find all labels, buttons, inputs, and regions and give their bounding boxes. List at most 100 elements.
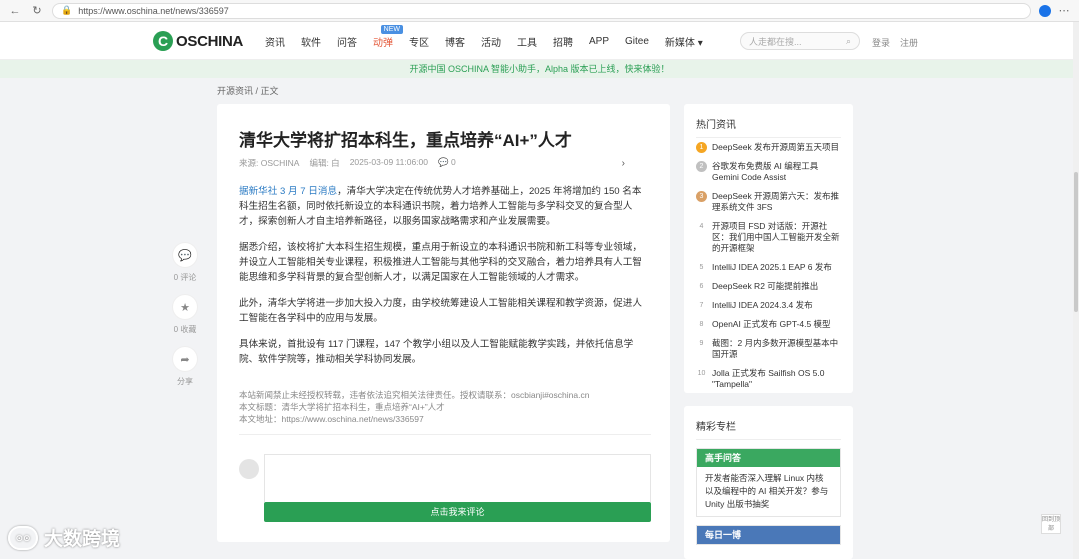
- search-icon[interactable]: ⌕: [846, 36, 851, 47]
- comment-submit-button[interactable]: 点击我来评论: [264, 502, 651, 522]
- logo-mark-icon: C: [153, 31, 173, 51]
- rank-badge: 5: [699, 264, 704, 271]
- breadcrumb[interactable]: 开源资讯 / 正文: [217, 84, 279, 97]
- list-item[interactable]: 3 DeepSeek 开源周第六天：发布推理系统文件 3FS: [696, 191, 841, 213]
- list-item[interactable]: 6 DeepSeek R2 可能提前推出: [696, 281, 841, 292]
- article-paragraph-4: 具体来说，首批设有 117 门课程，147 个教学小组以及人工智能赋能教学实践，…: [239, 339, 634, 365]
- nav-item[interactable]: 动弹 NEW: [365, 24, 403, 49]
- back-icon[interactable]: ←: [8, 4, 22, 18]
- hot-news-link[interactable]: IntelliJ IDEA 2024.3.4 发布: [712, 300, 841, 311]
- main-nav: 资讯 软件 问答 动弹 NEW 专区 博客 活动 工具 招聘 APP Gitee 新媒体 ▾: [257, 22, 711, 60]
- list-item[interactable]: 10 Jolla 正式发布 Sailfish OS 5.0 "Tampella": [696, 368, 841, 390]
- article-editor: 编辑: 白: [309, 158, 340, 168]
- comment-count: 💬 0: [438, 157, 456, 167]
- auth-links: 登录 注册: [872, 36, 918, 49]
- rank-badge: 7: [699, 302, 704, 309]
- rank-badge: 8: [699, 321, 704, 328]
- nav-item[interactable]: 软件: [293, 34, 329, 49]
- search-placeholder: 人走都在搜...: [749, 36, 802, 47]
- comment-icon[interactable]: 💬: [173, 243, 197, 267]
- comment-small-icon: 💬: [438, 157, 449, 167]
- article-paragraph-2: 据悉介绍，该校将扩大本科生招生规模，重点用于新设立的本科通识书院和新工科等专业领…: [239, 242, 642, 283]
- rank-badge: 3: [696, 191, 707, 202]
- login-link[interactable]: 登录: [872, 36, 890, 49]
- site-header: C OSCHINA 资讯 软件 问答 动弹 NEW 专区 博客 活动 工具 招聘 APP Gitee 新…: [0, 22, 1079, 60]
- hot-news-card: 热门资讯 1 DeepSeek 发布开源周第五天项目 2 谷歌发布免费版 AI 编程工…: [684, 104, 853, 393]
- rank-badge: 9: [699, 340, 704, 347]
- watermark-text: 大数跨境: [44, 529, 121, 550]
- lock-icon: 🔒: [61, 5, 73, 15]
- list-item[interactable]: 7 IntelliJ IDEA 2024.3.4 发布: [696, 300, 841, 311]
- featured-title: 精彩专栏: [696, 418, 841, 440]
- hot-news-link[interactable]: DeepSeek R2 可能提前推出: [712, 281, 841, 292]
- scroll-thumb[interactable]: [1074, 172, 1078, 312]
- nav-item[interactable]: 博客: [437, 34, 473, 49]
- nav-item[interactable]: 新媒体 ▾: [657, 34, 711, 49]
- action-label: 0 评论: [173, 273, 197, 282]
- nav-item[interactable]: 活动: [473, 34, 509, 49]
- share-arrow-icon[interactable]: ›: [622, 158, 625, 169]
- featured-block[interactable]: 高手问答 开发者能否深入理解 Linux 内核以及编程中的 AI 相关开发？参与 …: [696, 448, 841, 517]
- rank-badge: 2: [696, 161, 707, 172]
- list-item[interactable]: 9 截图：2 月内多数开源模型基本中国开源: [696, 338, 841, 360]
- rank-badge: 1: [696, 142, 707, 153]
- nav-item[interactable]: 问答: [329, 34, 365, 49]
- nav-badge: NEW: [380, 24, 403, 34]
- avatar: [239, 459, 259, 479]
- featured-block[interactable]: 每日一博: [696, 525, 841, 545]
- hot-news-link[interactable]: DeepSeek 发布开源周第五天项目: [712, 142, 841, 153]
- source-link[interactable]: 据新华社 3 月 7 日消息: [239, 186, 337, 197]
- nav-item[interactable]: Gitee: [617, 36, 657, 47]
- nav-item[interactable]: 资讯: [257, 34, 293, 49]
- profile-icon[interactable]: [1039, 4, 1051, 17]
- copyright-line-1: 本站新闻禁止未经授权转载，违者依法追究相关法律责任。授权请联系：oscbianj…: [239, 390, 590, 400]
- url-text: https://www.oschina.net/news/336597: [78, 5, 229, 16]
- hot-news-link[interactable]: DeepSeek 开源周第六天：发布推理系统文件 3FS: [712, 191, 841, 213]
- comment-area: 点击我来评论: [239, 454, 651, 524]
- article-action-rail: 💬 0 评论 ★ 0 收藏 ➦ 分享: [172, 243, 198, 399]
- comment-textarea[interactable]: [264, 454, 651, 502]
- scrollbar[interactable]: [1073, 22, 1079, 559]
- reload-icon[interactable]: ↻: [30, 4, 44, 18]
- hot-news-link[interactable]: Jolla 正式发布 Sailfish OS 5.0 "Tampella": [712, 368, 841, 390]
- list-item[interactable]: 2 谷歌发布免费版 AI 编程工具 Gemini Code Assist: [696, 161, 841, 183]
- hot-news-link[interactable]: 开源项目 FSD 对话版：开源社区：我们用中国人工智能开发全新的开源框架: [712, 221, 841, 254]
- list-item[interactable]: 1 DeepSeek 发布开源周第五天项目: [696, 142, 841, 153]
- list-item[interactable]: 4 开源项目 FSD 对话版：开源社区：我们用中国人工智能开发全新的开源框架: [696, 221, 841, 254]
- action-label: 0 收藏: [173, 325, 197, 334]
- hot-news-link[interactable]: 截图：2 月内多数开源模型基本中国开源: [712, 338, 841, 360]
- featured-column-card: 精彩专栏 高手问答 开发者能否深入理解 Linux 内核以及编程中的 AI 相关开…: [684, 406, 853, 559]
- logo[interactable]: C OSCHINA: [153, 31, 243, 51]
- rank-badge: 6: [699, 283, 704, 290]
- address-bar[interactable]: 🔒 https://www.oschina.net/news/336597: [52, 2, 1031, 19]
- menu-icon[interactable]: ⋯: [1057, 4, 1071, 18]
- nav-item[interactable]: APP: [581, 36, 617, 47]
- nav-item[interactable]: 专区: [401, 34, 437, 49]
- rank-badge: 10: [697, 370, 706, 377]
- article-title: 清华大学将扩招本科生，重点培养“AI+”人才: [239, 131, 572, 150]
- search-input[interactable]: 人走都在搜... ⌕: [740, 32, 860, 50]
- watermark: ⊙⊙ 大数跨境: [8, 524, 120, 551]
- star-icon[interactable]: ★: [173, 295, 197, 319]
- list-item[interactable]: 8 OpenAI 正式发布 GPT-4.5 模型: [696, 319, 841, 330]
- featured-block-head[interactable]: 高手问答: [697, 449, 840, 467]
- featured-block-head[interactable]: 每日一博: [697, 526, 840, 544]
- share-icon[interactable]: ➦: [173, 347, 197, 371]
- hot-news-link[interactable]: OpenAI 正式发布 GPT-4.5 模型: [712, 319, 841, 330]
- copyright-line-3[interactable]: 本文地址：https://www.oschina.net/news/336597: [239, 413, 651, 425]
- hot-news-list: 1 DeepSeek 发布开源周第五天项目 2 谷歌发布免费版 AI 编程工具 Gem…: [696, 142, 841, 390]
- register-link[interactable]: 注册: [900, 36, 918, 49]
- nav-item[interactable]: 工具: [509, 34, 545, 49]
- nav-item[interactable]: 招聘: [545, 34, 581, 49]
- hot-news-link[interactable]: 谷歌发布免费版 AI 编程工具 Gemini Code Assist: [712, 161, 841, 183]
- notice-bar[interactable]: 开源中国 OSCHINA 智能小助手，Alpha 版本已上线，快来体验！: [0, 60, 1079, 78]
- featured-block-body[interactable]: 开发者能否深入理解 Linux 内核以及编程中的 AI 相关开发？参与 Unit…: [697, 467, 840, 516]
- article-paragraph-3: 此外，清华大学将进一步加大投入力度，由学校统筹建设人工智能相关课程和教学资源，促…: [239, 298, 642, 324]
- back-to-top-button[interactable]: 回到顶部: [1041, 514, 1061, 534]
- copyright-line-2: 本文标题：清华大学将扩招本科生，重点培养“AI+”人才: [239, 402, 445, 412]
- list-item[interactable]: 5 IntelliJ IDEA 2025.1 EAP 6 发布: [696, 262, 841, 273]
- browser-toolbar: ← ↻ 🔒 https://www.oschina.net/news/33659…: [0, 0, 1079, 22]
- rank-badge: 4: [699, 223, 704, 230]
- hot-news-link[interactable]: IntelliJ IDEA 2025.1 EAP 6 发布: [712, 262, 841, 273]
- article-date: 2025-03-09 11:06:00: [349, 157, 428, 167]
